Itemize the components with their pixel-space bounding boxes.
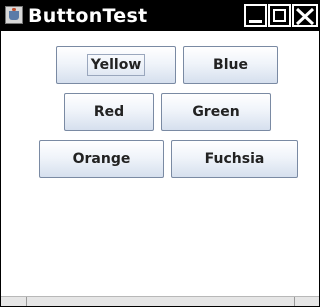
fuchsia-button[interactable]: Fuchsia bbox=[171, 140, 298, 178]
java-coffee-icon[interactable] bbox=[5, 6, 23, 24]
title-bar[interactable]: ButtonTest bbox=[1, 1, 319, 31]
resize-grip-right[interactable] bbox=[294, 297, 295, 306]
orange-button[interactable]: Orange bbox=[39, 140, 164, 178]
minimize-icon[interactable] bbox=[244, 4, 267, 27]
resize-grip-left[interactable] bbox=[26, 297, 27, 306]
window-bottom-edge[interactable] bbox=[1, 296, 319, 306]
yellow-button[interactable]: Yellow bbox=[56, 46, 176, 84]
window-title: ButtonTest bbox=[28, 5, 148, 27]
button-panel: Yellow Blue Red Green Orange Fuchsia bbox=[1, 31, 319, 297]
blue-button[interactable]: Blue bbox=[183, 46, 278, 84]
app-window: ButtonTest Yellow Blue Red Green Orange … bbox=[0, 0, 320, 307]
yellow-button-label: Yellow bbox=[86, 54, 146, 76]
close-icon[interactable] bbox=[292, 4, 318, 27]
red-button[interactable]: Red bbox=[64, 93, 154, 131]
green-button[interactable]: Green bbox=[161, 93, 271, 131]
maximize-icon[interactable] bbox=[268, 4, 291, 27]
